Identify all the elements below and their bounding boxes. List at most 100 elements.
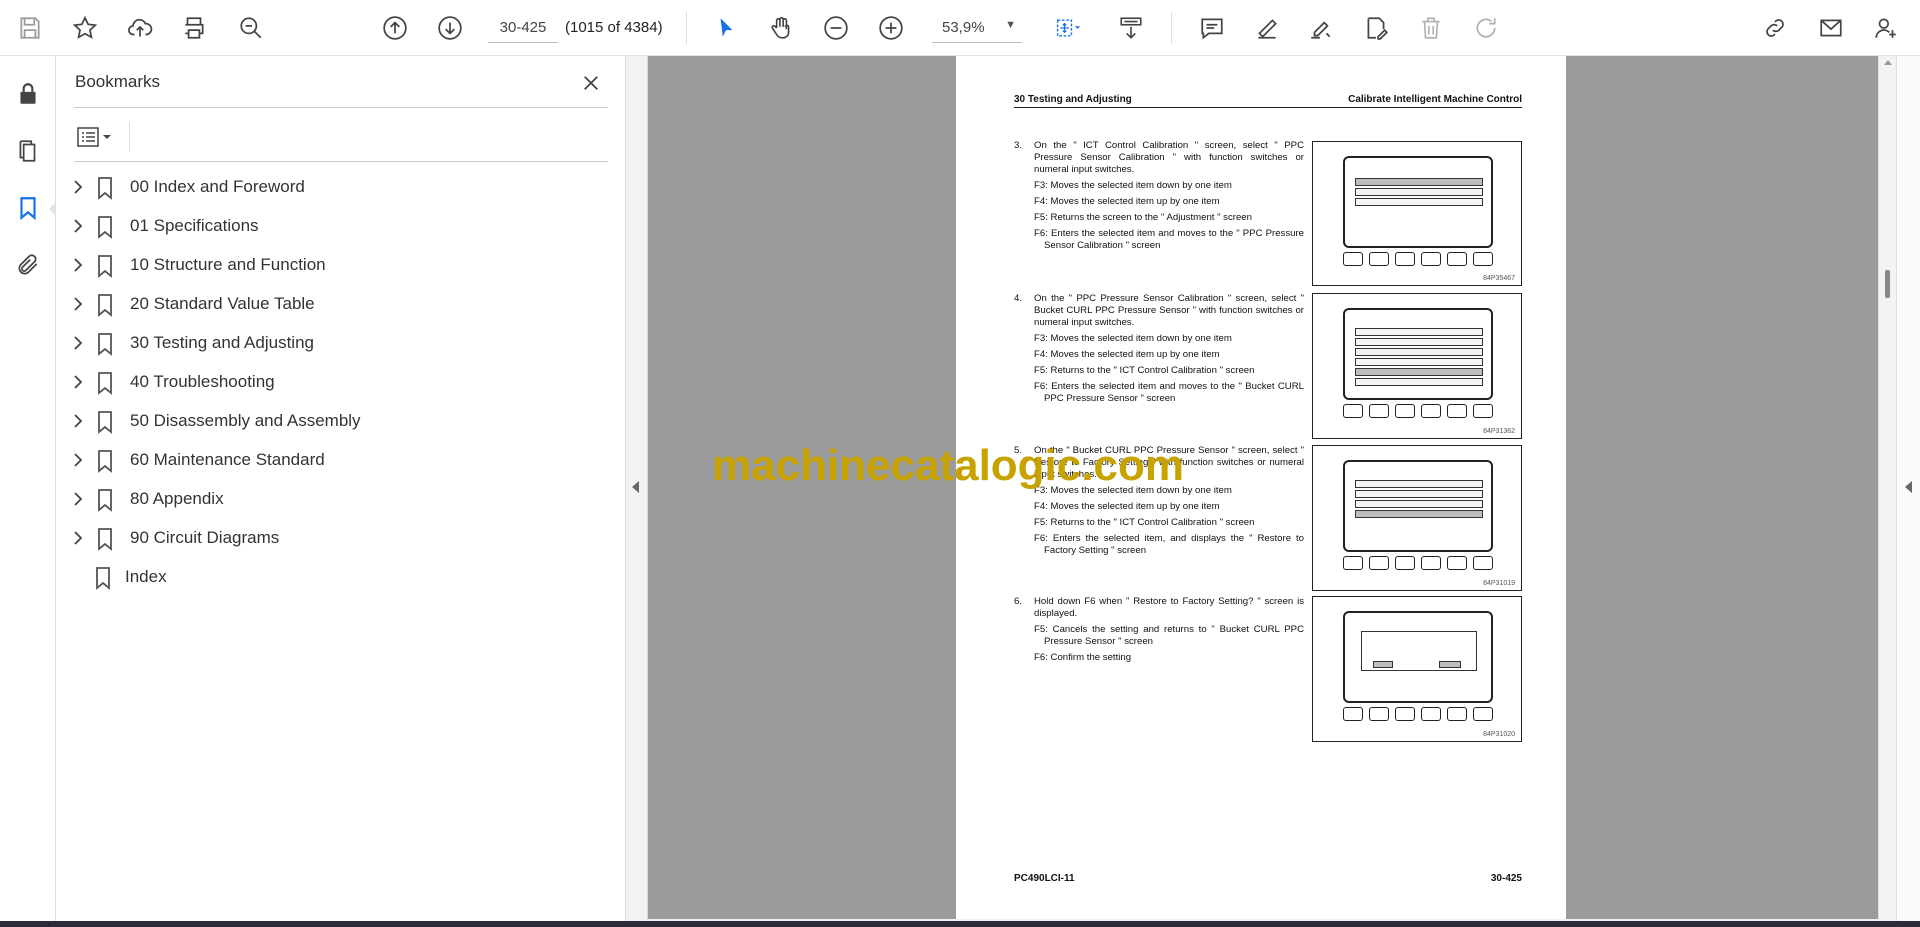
step-detail: F5: Cancels the setting and returns to "… — [1034, 624, 1304, 647]
chevron-right-icon[interactable] — [71, 373, 85, 391]
bookmark-list: 00 Index and Foreword 01 Specifications … — [56, 168, 626, 597]
figure-caption: 84P31362 — [1483, 428, 1515, 435]
bookmark-label: 80 Appendix — [130, 489, 224, 508]
monitor-figure: 84P31019 — [1312, 445, 1522, 591]
list-options-icon — [77, 127, 111, 147]
lock-icon[interactable] — [8, 74, 48, 114]
scroll-thumb[interactable] — [1885, 270, 1890, 298]
step-detail: F3: Moves the selected item down by one … — [1034, 333, 1232, 344]
page-footer-number: 30-425 — [1490, 873, 1522, 884]
bookmark-icon — [98, 255, 112, 278]
upload-icon[interactable] — [122, 10, 158, 46]
chevron-right-icon[interactable] — [71, 295, 85, 313]
fill-sign-icon[interactable] — [1358, 10, 1394, 46]
sign-icon[interactable] — [1303, 10, 1339, 46]
bookmark-icon — [98, 177, 112, 200]
step-detail: F4: Moves the selected item up by one it… — [1034, 196, 1220, 207]
left-nav-rail — [0, 56, 56, 927]
bookmark-label: 90 Circuit Diagrams — [130, 528, 280, 547]
scrolling-mode-icon[interactable] — [1113, 10, 1149, 46]
procedure-step: 6. Hold down F6 when " Restore to Factor… — [1014, 596, 1304, 664]
panel-splitter[interactable] — [626, 56, 648, 927]
share-link-icon[interactable] — [1757, 10, 1793, 46]
step-detail: F3: Moves the selected item down by one … — [1034, 180, 1232, 191]
vertical-scrollbar[interactable] — [1878, 56, 1896, 919]
step-number: 6. — [1014, 596, 1023, 607]
bookmark-item[interactable]: 00 Index and Foreword — [56, 168, 626, 207]
bookmark-item[interactable]: 20 Standard Value Table — [56, 285, 626, 324]
page-number-input[interactable] — [488, 13, 558, 43]
chevron-right-icon[interactable] — [71, 451, 85, 469]
bookmark-item[interactable]: 80 Appendix — [56, 480, 626, 519]
comment-icon[interactable] — [1194, 10, 1230, 46]
step-text: On the " ICT Control Calibration " scree… — [1034, 140, 1304, 175]
bookmark-icon — [98, 450, 112, 473]
step-detail: F6: Enters the selected item, and displa… — [1034, 533, 1304, 556]
bookmark-label: 10 Structure and Function — [130, 255, 326, 274]
account-icon[interactable] — [1868, 10, 1904, 46]
bookmark-item[interactable]: 60 Maintenance Standard — [56, 441, 626, 480]
page-up-icon[interactable] — [377, 10, 413, 46]
bookmark-item[interactable]: 30 Testing and Adjusting — [56, 324, 626, 363]
marquee-zoom-icon[interactable] — [1045, 10, 1091, 46]
step-detail: F6: Confirm the setting — [1034, 652, 1132, 663]
attachment-icon[interactable] — [8, 245, 48, 285]
pages-icon[interactable] — [8, 131, 48, 171]
bookmark-label: 50 Disassembly and Assembly — [130, 411, 361, 430]
bookmark-icon — [98, 333, 112, 356]
monitor-screen — [1343, 611, 1493, 703]
close-icon[interactable] — [576, 68, 606, 98]
right-panel-toggle[interactable] — [1896, 56, 1920, 927]
bookmark-label: 20 Standard Value Table — [130, 294, 315, 313]
save-icon[interactable] — [12, 10, 48, 46]
redo-icon[interactable] — [1468, 10, 1504, 46]
scroll-up-icon[interactable] — [1884, 60, 1892, 65]
bookmark-item[interactable]: 90 Circuit Diagrams — [56, 519, 626, 558]
chevron-right-icon[interactable] — [71, 217, 85, 235]
bookmark-label: Index — [125, 567, 167, 586]
select-arrow-icon[interactable] — [708, 10, 744, 46]
chevron-right-icon[interactable] — [71, 490, 85, 508]
bookmark-star-icon[interactable] — [67, 10, 103, 46]
figure-caption: 84P35467 — [1483, 275, 1515, 282]
bookmark-icon — [98, 528, 112, 551]
chevron-right-icon[interactable] — [71, 178, 85, 196]
bookmark-item[interactable]: 01 Specifications — [56, 207, 626, 246]
collapse-left-icon[interactable] — [632, 481, 639, 493]
function-keys — [1343, 404, 1493, 422]
monitor-figure: 84P31362 — [1312, 293, 1522, 439]
page-down-icon[interactable] — [432, 10, 468, 46]
zoom-select[interactable]: 53,9% ▼ — [932, 13, 1022, 43]
step-number: 3. — [1014, 140, 1023, 151]
print-icon[interactable] — [176, 10, 212, 46]
bookmark-options-button[interactable] — [76, 120, 126, 154]
step-detail: F6: Enters the selected item and moves t… — [1034, 381, 1304, 404]
step-detail: F4: Moves the selected item up by one it… — [1034, 349, 1220, 360]
email-icon[interactable] — [1813, 10, 1849, 46]
procedure-step: 4. On the " PPC Pressure Sensor Calibrat… — [1014, 293, 1304, 405]
bookmark-item[interactable]: 40 Troubleshooting — [56, 363, 626, 402]
bookmark-label: 01 Specifications — [130, 216, 259, 235]
step-text: On the " PPC Pressure Sensor Calibration… — [1034, 293, 1304, 328]
chevron-right-icon[interactable] — [71, 256, 85, 274]
step-text: Hold down F6 when " Restore to Factory S… — [1034, 596, 1304, 619]
chevron-right-icon[interactable] — [71, 529, 85, 547]
bookmark-label: 00 Index and Foreword — [130, 177, 305, 196]
search-zoom-icon[interactable] — [233, 10, 269, 46]
page-header-title: Calibrate Intelligent Machine Control — [1348, 94, 1522, 105]
bookmark-item[interactable]: 10 Structure and Function — [56, 246, 626, 285]
zoom-in-icon[interactable] — [873, 10, 909, 46]
bookmark-item[interactable]: Index — [56, 558, 626, 597]
zoom-value: 53,9% — [942, 19, 985, 36]
bookmarks-icon[interactable] — [8, 188, 56, 228]
delete-icon[interactable] — [1413, 10, 1449, 46]
bookmark-item[interactable]: 50 Disassembly and Assembly — [56, 402, 626, 441]
chevron-right-icon[interactable] — [71, 412, 85, 430]
step-detail: F5: Returns the screen to the " Adjustme… — [1034, 212, 1252, 223]
chevron-right-icon[interactable] — [71, 334, 85, 352]
hand-icon[interactable] — [763, 10, 799, 46]
highlight-icon[interactable] — [1249, 10, 1285, 46]
zoom-out-icon[interactable] — [818, 10, 854, 46]
expand-right-panel-icon[interactable] — [1905, 481, 1912, 493]
bookmark-icon — [96, 567, 110, 590]
